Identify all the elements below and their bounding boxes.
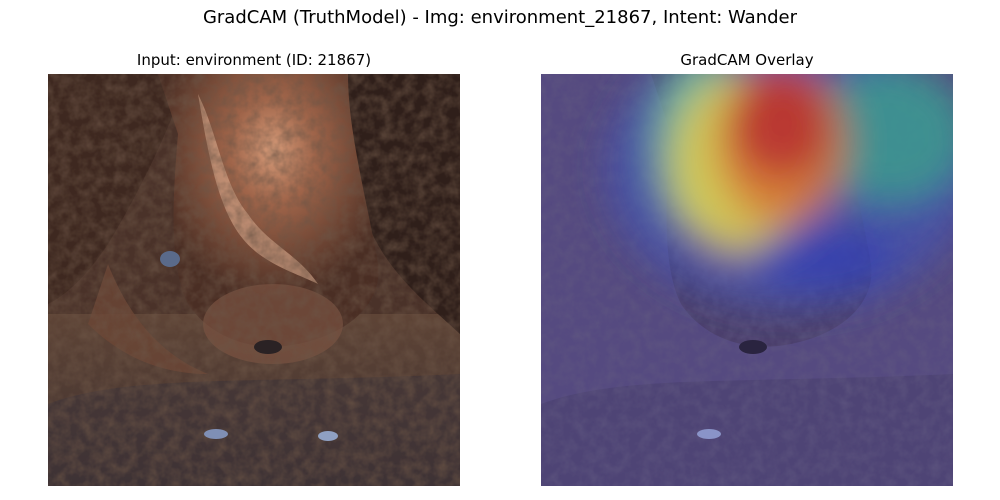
gradcam-overlay-canvas [541,74,953,486]
input-image-canvas [48,74,460,486]
gradcam-overlay-image [541,74,953,486]
input-image [48,74,460,486]
input-panel-title: Input: environment (ID: 21867) [136,51,372,69]
figure-title: GradCAM (TruthModel) - Img: environment_… [202,7,798,28]
overlay-panel-title: GradCAM Overlay [680,51,814,69]
